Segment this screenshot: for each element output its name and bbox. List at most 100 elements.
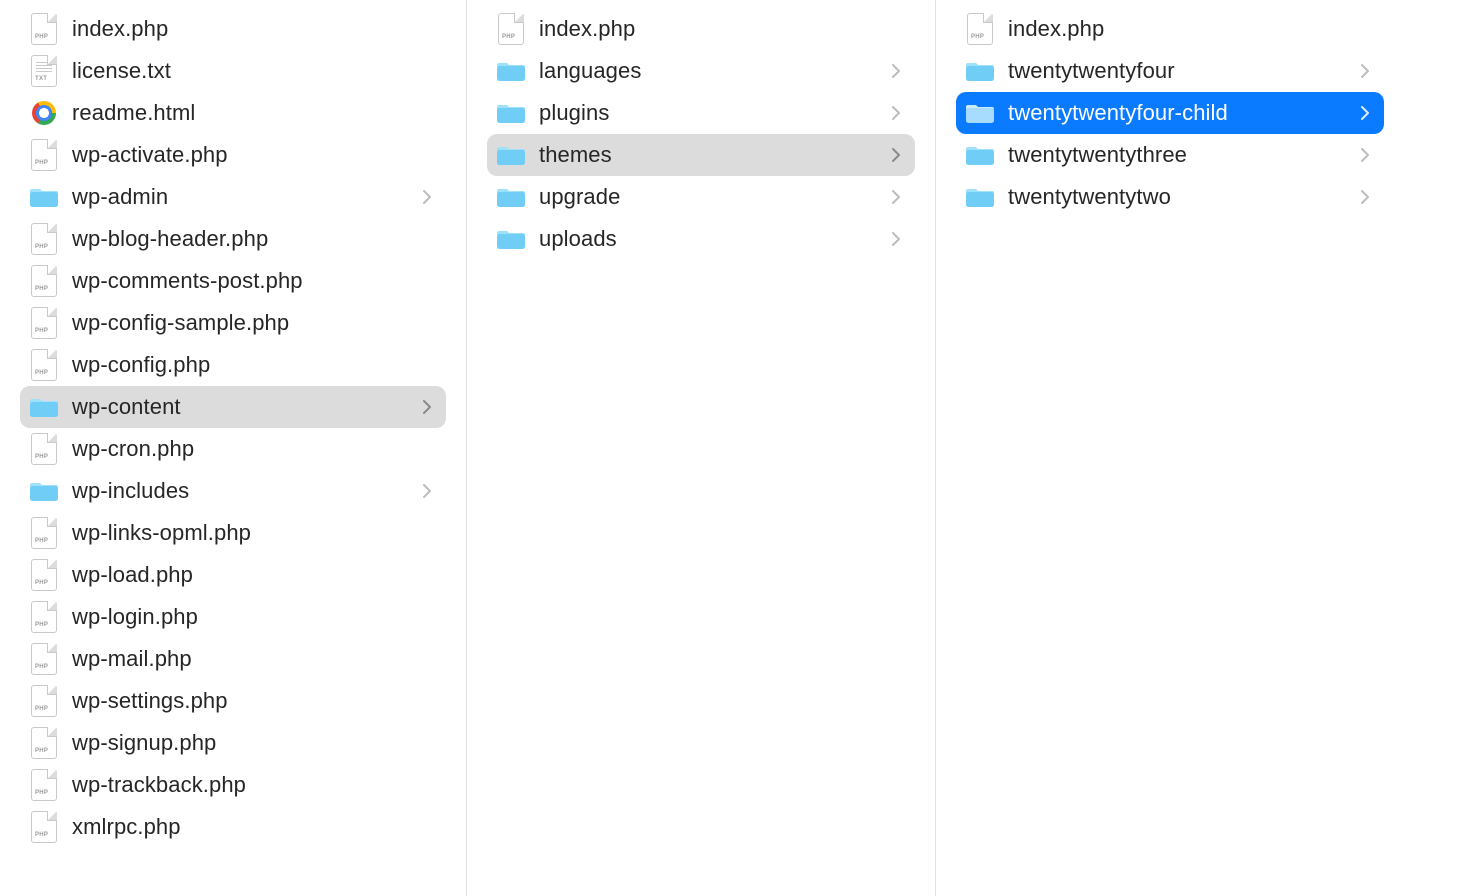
item-label: index.php — [539, 16, 905, 42]
folder-row-twentytwentyfour-child[interactable]: twentytwentyfour-child — [956, 92, 1384, 134]
item-label: wp-signup.php — [72, 730, 436, 756]
file-row-wp-settings-php[interactable]: PHP wp-settings.php — [20, 680, 446, 722]
php-file-icon: PHP — [28, 685, 60, 717]
item-label: wp-config-sample.php — [72, 310, 436, 336]
column-wp-content: PHP index.php languages plugins themes up… — [467, 0, 935, 896]
item-label: languages — [539, 58, 887, 84]
folder-icon — [964, 139, 996, 171]
file-row-wp-activate-php[interactable]: PHP wp-activate.php — [20, 134, 446, 176]
file-row-license-txt[interactable]: TXT license.txt — [20, 50, 446, 92]
folder-icon — [495, 139, 527, 171]
item-label: index.php — [1008, 16, 1374, 42]
item-label: wp-load.php — [72, 562, 436, 588]
php-file-icon: PHP — [28, 433, 60, 465]
item-label: twentytwentyfour-child — [1008, 100, 1356, 126]
item-label: wp-settings.php — [72, 688, 436, 714]
folder-icon — [964, 181, 996, 213]
php-file-icon: PHP — [28, 559, 60, 591]
folder-row-twentytwentyfour[interactable]: twentytwentyfour — [956, 50, 1384, 92]
file-row-wp-blog-header-php[interactable]: PHPwp-blog-header.php — [20, 218, 446, 260]
file-row-wp-load-php[interactable]: PHP wp-load.php — [20, 554, 446, 596]
file-row-wp-links-opml-php[interactable]: PHP wp-links-opml.php — [20, 512, 446, 554]
file-row-wp-mail-php[interactable]: PHP wp-mail.php — [20, 638, 446, 680]
php-file-icon: PHP — [28, 307, 60, 339]
chevron-right-icon — [887, 106, 905, 120]
item-label: wp-trackback.php — [72, 772, 436, 798]
file-row-wp-config-sample-php[interactable]: PHP wp-config-sample.php — [20, 302, 446, 344]
folder-row-uploads[interactable]: uploads — [487, 218, 915, 260]
item-label: themes — [539, 142, 887, 168]
item-label: wp-cron.php — [72, 436, 436, 462]
item-label: wp-config.php — [72, 352, 436, 378]
folder-row-wp-content[interactable]: wp-content — [20, 386, 446, 428]
php-file-icon: PHP — [28, 643, 60, 675]
item-label: wp-admin — [72, 184, 418, 210]
file-row-wp-config-php[interactable]: PHP wp-config.php — [20, 344, 446, 386]
folder-row-languages[interactable]: languages — [487, 50, 915, 92]
php-file-icon: PHP — [28, 811, 60, 843]
php-file-icon: PHP — [28, 139, 60, 171]
file-row-wp-comments-post-php[interactable]: PHPwp-comments-post.php — [20, 260, 446, 302]
folder-row-upgrade[interactable]: upgrade — [487, 176, 915, 218]
php-file-icon: PHP — [28, 769, 60, 801]
file-row-xmlrpc-php[interactable]: PHP xmlrpc.php — [20, 806, 446, 848]
finder-column-view: PHP index.php TXT license.txt readme.html P… — [0, 0, 1468, 896]
folder-icon — [495, 55, 527, 87]
chevron-right-icon — [1356, 190, 1374, 204]
html-file-icon — [28, 97, 60, 129]
php-file-icon: PHP — [28, 13, 60, 45]
folder-row-twentytwentythree[interactable]: twentytwentythree — [956, 134, 1384, 176]
folder-icon — [28, 391, 60, 423]
file-row-index-php[interactable]: PHP index.php — [487, 8, 915, 50]
item-label: wp-content — [72, 394, 418, 420]
item-label: twentytwentyfour — [1008, 58, 1356, 84]
php-file-icon: PHP — [28, 517, 60, 549]
folder-row-twentytwentytwo[interactable]: twentytwentytwo — [956, 176, 1384, 218]
folder-row-wp-includes[interactable]: wp-includes — [20, 470, 446, 512]
php-file-icon: PHP — [28, 349, 60, 381]
chevron-right-icon — [418, 190, 436, 204]
item-label: twentytwentytwo — [1008, 184, 1356, 210]
folder-icon — [964, 97, 996, 129]
item-label: readme.html — [72, 100, 436, 126]
folder-icon — [28, 475, 60, 507]
file-row-wp-signup-php[interactable]: PHP wp-signup.php — [20, 722, 446, 764]
folder-icon — [495, 223, 527, 255]
folder-row-wp-admin[interactable]: wp-admin — [20, 176, 446, 218]
item-label: wp-activate.php — [72, 142, 436, 168]
column-themes: PHP index.php twentytwentyfour twentytwen… — [936, 0, 1404, 896]
item-label: wp-comments-post.php — [72, 268, 436, 294]
file-row-wp-cron-php[interactable]: PHP wp-cron.php — [20, 428, 446, 470]
chevron-right-icon — [1356, 106, 1374, 120]
chevron-right-icon — [887, 190, 905, 204]
item-label: wp-mail.php — [72, 646, 436, 672]
txt-file-icon: TXT — [28, 55, 60, 87]
chevron-right-icon — [1356, 148, 1374, 162]
chevron-right-icon — [418, 484, 436, 498]
chevron-right-icon — [418, 400, 436, 414]
file-row-wp-trackback-php[interactable]: PHP wp-trackback.php — [20, 764, 446, 806]
item-label: wp-links-opml.php — [72, 520, 436, 546]
file-row-readme-html[interactable]: readme.html — [20, 92, 446, 134]
item-label: plugins — [539, 100, 887, 126]
item-label: twentytwentythree — [1008, 142, 1356, 168]
folder-row-plugins[interactable]: plugins — [487, 92, 915, 134]
file-row-wp-login-php[interactable]: PHPwp-login.php — [20, 596, 446, 638]
php-file-icon: PHP — [495, 13, 527, 45]
file-row-index-php[interactable]: PHP index.php — [956, 8, 1384, 50]
item-label: uploads — [539, 226, 887, 252]
php-file-icon: PHP — [964, 13, 996, 45]
folder-row-themes[interactable]: themes — [487, 134, 915, 176]
item-label: xmlrpc.php — [72, 814, 436, 840]
folder-icon — [964, 55, 996, 87]
php-file-icon: PHP — [28, 727, 60, 759]
item-label: wp-login.php — [72, 604, 436, 630]
chevron-right-icon — [887, 232, 905, 246]
item-label: wp-includes — [72, 478, 418, 504]
file-row-index-php[interactable]: PHPindex.php — [20, 8, 446, 50]
chevron-right-icon — [1356, 64, 1374, 78]
folder-icon — [495, 181, 527, 213]
item-label: wp-blog-header.php — [72, 226, 436, 252]
item-label: license.txt — [72, 58, 436, 84]
column-root: PHPindex.php TXT license.txt readme.html P… — [0, 0, 466, 896]
